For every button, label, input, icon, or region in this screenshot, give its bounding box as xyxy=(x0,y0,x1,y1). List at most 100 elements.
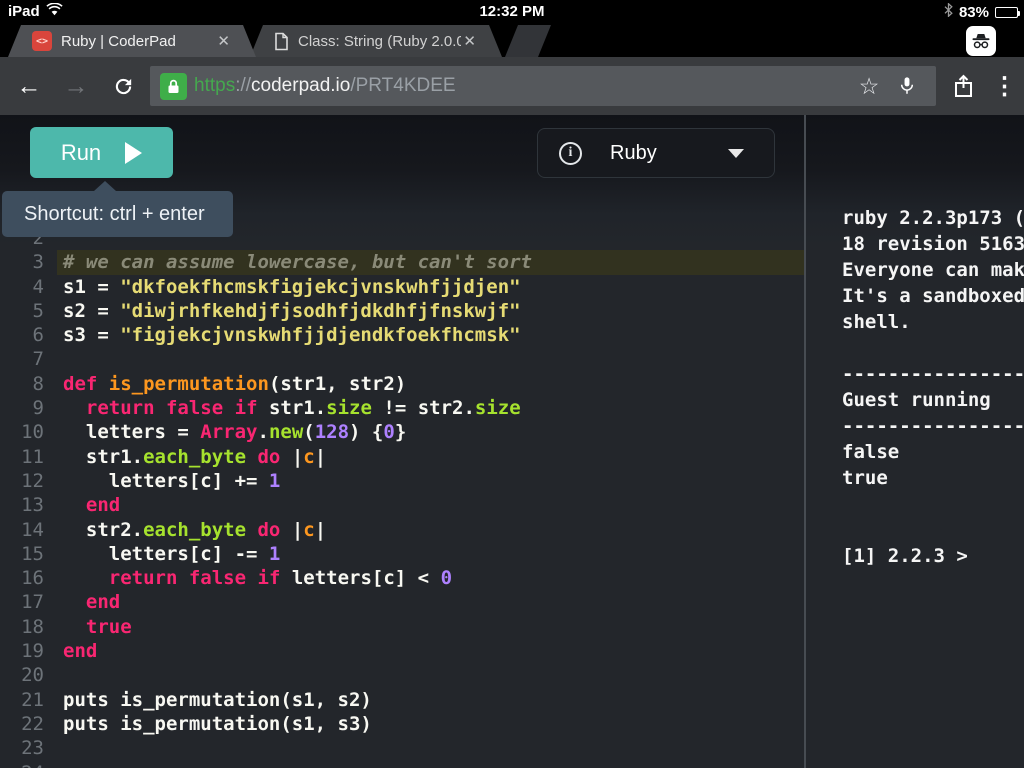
line-number: 24 xyxy=(0,761,57,768)
console-line: ---------------- xyxy=(842,415,1024,437)
line-number: 13 xyxy=(21,494,44,517)
new-tab-stub[interactable] xyxy=(505,25,551,57)
line-number: 6 xyxy=(32,324,44,347)
line-number: 4 xyxy=(32,275,44,298)
bluetooth-icon xyxy=(944,2,953,21)
line-code: letters[c] -= 1 xyxy=(63,542,281,565)
line-code: puts is_permutation(s1, s2) xyxy=(63,688,372,711)
editor-line: 17 end xyxy=(0,590,804,614)
battery-icon xyxy=(995,6,1020,18)
editor-line: 11 str1.each_byte do |c| xyxy=(0,445,804,469)
output-console[interactable]: ruby 2.2.3p173 (2 18 revision 5163 Everyon… xyxy=(806,115,1024,768)
line-code: return false if letters[c] < 0 xyxy=(108,567,453,590)
url-bar[interactable]: https://coderpad.io/PRT4KDEE ☆ xyxy=(150,66,936,106)
editor-line: 7 xyxy=(0,347,804,371)
editor-line: 12 letters[c] += 1 xyxy=(0,469,804,493)
console-line: shell. xyxy=(842,311,911,333)
editor-line: 24 xyxy=(0,761,804,768)
console-line: Guest running xyxy=(842,389,991,411)
line-code: letters[c] += 1 xyxy=(63,469,281,492)
ssl-lock-icon[interactable] xyxy=(160,72,187,100)
line-code: s1 = "dkfoekfhcmskfigjekcjvnskwhfjjdjen" xyxy=(63,275,521,298)
bookmark-star-icon[interactable]: ☆ xyxy=(850,66,888,106)
line-number: 16 xyxy=(21,567,44,590)
editor-line: 3 # we can assume lowercase, but can't so… xyxy=(0,250,804,275)
line-code: def is_permutation(str1, str2) xyxy=(63,372,407,395)
line-number: 11 xyxy=(21,445,44,468)
url-separator: :// xyxy=(235,75,252,96)
run-shortcut-tooltip: Shortcut: ctrl + enter xyxy=(2,181,233,237)
editor-line: 14 str2.each_byte do |c| xyxy=(0,518,804,542)
console-line: 18 revision 5163 xyxy=(842,233,1024,255)
console-line: ruby 2.2.3p173 (2 xyxy=(842,207,1024,229)
close-tab-icon[interactable]: ✕ xyxy=(461,32,478,50)
tab-ruby-coderpad[interactable]: <> Ruby | CoderPad ✕ xyxy=(8,25,256,57)
editor-line: 13 end xyxy=(0,493,804,517)
editor-line: 16 return false if letters[c] < 0 xyxy=(0,566,804,590)
line-number: 3 xyxy=(32,251,44,274)
menu-dots-icon[interactable]: ⋮ xyxy=(985,57,1024,115)
line-number: 8 xyxy=(32,372,44,395)
editor-line: 6 s3 = "figjekcjvnskwhfjjdjendkfoekfhcmsk… xyxy=(0,323,804,347)
url-path: /PRT4KDEE xyxy=(350,75,456,96)
voice-search-mic-icon[interactable] xyxy=(888,66,926,106)
tab-ruby-doc[interactable]: Class: String (Ruby 2.0.0) ✕ xyxy=(250,25,502,57)
line-number: 15 xyxy=(21,542,44,565)
console-line: Everyone can mak xyxy=(842,259,1024,281)
editor-line: 22 puts is_permutation(s1, s3) xyxy=(0,712,804,736)
line-number: 12 xyxy=(21,469,44,492)
editor-line: 20 xyxy=(0,663,804,687)
coderpad-app: Run Shortcut: ctrl + enter i Ruby 2 3 # we… xyxy=(0,115,1024,768)
line-number: 19 xyxy=(21,640,44,663)
tab-title: Class: String (Ruby 2.0.0) xyxy=(298,32,462,50)
line-number: 17 xyxy=(21,591,44,614)
reload-button[interactable] xyxy=(100,57,146,115)
tooltip-text: Shortcut: ctrl + enter xyxy=(24,202,205,225)
line-number: 14 xyxy=(21,518,44,541)
line-code: str1.each_byte do |c| xyxy=(63,445,327,468)
line-code: s3 = "figjekcjvnskwhfjjdjendkfoekfhcmsk" xyxy=(63,324,521,347)
editor-line: 23 xyxy=(0,736,804,760)
editor-line: 15 letters[c] -= 1 xyxy=(0,542,804,566)
console-line: false xyxy=(842,441,900,463)
line-number: 20 xyxy=(21,664,44,687)
url-host: coderpad.io xyxy=(251,75,351,96)
ios-status-bar: iPad 12:32 PM 83% xyxy=(0,0,1024,25)
line-code: end xyxy=(63,640,98,663)
console-line: ---------------- xyxy=(842,363,1024,385)
line-number: 18 xyxy=(21,615,44,638)
close-tab-icon[interactable]: ✕ xyxy=(215,32,232,50)
console-line: It's a sandboxed xyxy=(842,285,1024,307)
console-line: true xyxy=(842,467,888,489)
editor-line: 9 return false if str1.size != str2.size xyxy=(0,396,804,420)
battery-percent: 83% xyxy=(958,3,989,21)
line-code: return false if str1.size != str2.size xyxy=(85,397,521,420)
editor-line: 18 true xyxy=(0,615,804,639)
tab-strip: <> Ruby | CoderPad ✕ Class: String (Ruby… xyxy=(0,25,1024,57)
incognito-tabs-button[interactable] xyxy=(966,26,996,56)
line-code: end xyxy=(85,591,121,614)
back-button[interactable]: ← xyxy=(6,57,52,115)
line-code: str2.each_byte do |c| xyxy=(63,518,327,541)
line-number: 23 xyxy=(21,737,44,760)
line-number: 7 xyxy=(32,348,44,371)
console-line: [1] 2.2.3 > xyxy=(842,545,968,567)
console-body: ruby 2.2.3p173 (2 18 revision 5163 Everyon… xyxy=(806,115,1024,569)
editor-line: 5 s2 = "diwjrhfkehdjfjsodhfjdkdhfjfnskwjf… xyxy=(0,299,804,323)
browser-toolbar: ← → https://coderpad.io/PRT4KDEE ☆ ⋮ xyxy=(0,57,1024,115)
forward-button[interactable]: → xyxy=(53,57,99,115)
line-code: true xyxy=(85,615,132,638)
editor-line: 8 def is_permutation(str1, str2) xyxy=(0,372,804,396)
share-icon[interactable] xyxy=(941,57,985,115)
tab-title: Ruby | CoderPad xyxy=(61,32,176,50)
editor-line: 19 end xyxy=(0,639,804,663)
line-number: 21 xyxy=(21,688,44,711)
line-code: s2 = "diwjrhfkehdjfjsodhfjdkdhfjfnskwjf" xyxy=(63,299,521,322)
document-icon xyxy=(274,32,289,51)
